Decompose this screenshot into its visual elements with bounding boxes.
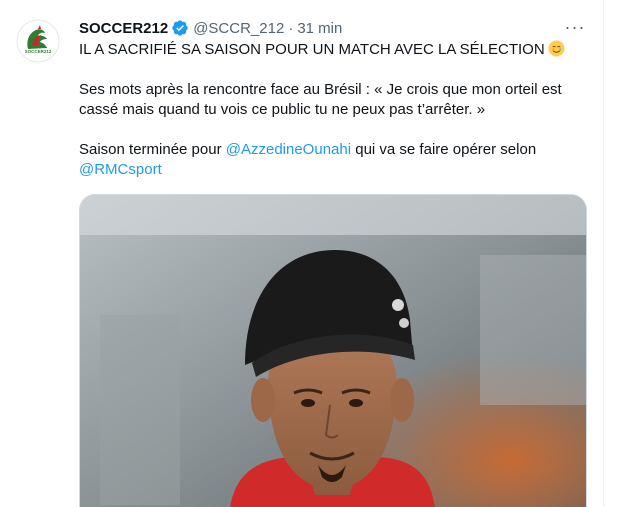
verified-badge-icon — [172, 20, 188, 36]
mention-rmcsport[interactable]: @RMCsport — [79, 161, 162, 178]
player-photo-image — [80, 195, 586, 507]
mention-azzedineounahi[interactable]: @AzzedineOunahi — [226, 141, 351, 158]
more-horizontal-icon: ··· — [564, 16, 586, 37]
avatar[interactable]: SOCCER212 — [16, 19, 60, 63]
display-name[interactable]: SOCCER212 — [79, 20, 168, 37]
smiling-face-with-tear-emoji — [548, 40, 565, 57]
body-text: Saison terminée pour — [79, 141, 226, 158]
soccer212-logo-icon: SOCCER212 — [16, 19, 60, 63]
tweet-text-line-1: IL A SACRIFIÉ SA SAISON POUR UN MATCH AV… — [79, 40, 565, 60]
timeline-divider — [603, 0, 604, 507]
body-text: qui va se faire opérer selon — [351, 141, 537, 158]
tweet-text-line-5: @RMCsport — [79, 160, 162, 180]
tweet-header: SOCCER212 @SCCR_212 · 31 min — [79, 18, 342, 38]
tweet-text-line-3: cassé mais quand tu vois ce public tu ne… — [79, 101, 486, 118]
timestamp[interactable]: 31 min — [297, 20, 342, 37]
handle[interactable]: @SCCR_212 — [193, 20, 284, 37]
separator-dot: · — [288, 19, 294, 37]
headline-text: IL A SACRIFIÉ SA SAISON POUR UN MATCH AV… — [79, 41, 545, 58]
svg-text:SOCCER212: SOCCER212 — [25, 49, 52, 54]
tweet-photo[interactable] — [79, 194, 587, 507]
more-options-button[interactable]: ··· — [560, 16, 590, 38]
tweet-text-line-4: Saison terminée pour @AzzedineOunahi qui… — [79, 140, 536, 160]
tweet-text-line-2: Ses mots après la rencontre face au Brés… — [79, 81, 562, 98]
tweet-card[interactable]: SOCCER212 SOCCER212 @SCCR_212 · 31 min ·… — [0, 0, 603, 507]
